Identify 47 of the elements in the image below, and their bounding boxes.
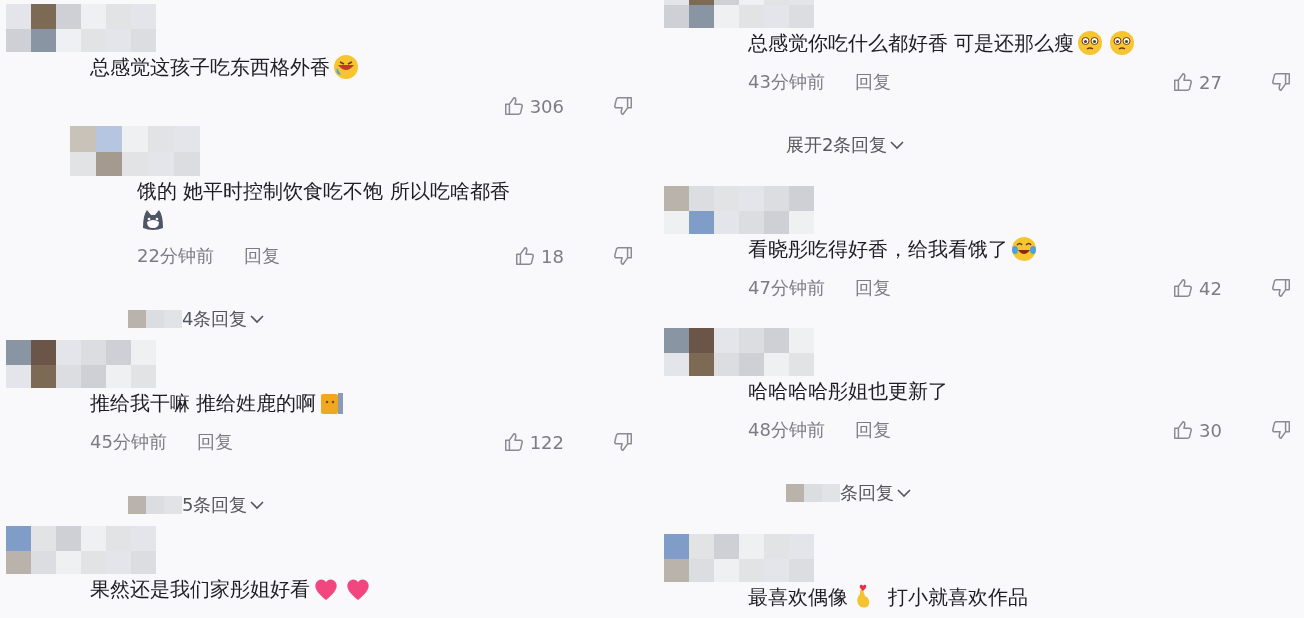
comment-text: 哈哈哈哈彤姐也更新了	[748, 378, 948, 405]
comment-text: 总感觉你吃什么都好香 可是还那么瘦	[748, 30, 1075, 57]
comment-time: 47分钟前	[748, 276, 825, 300]
thumbs-up-icon[interactable]	[1172, 277, 1195, 299]
reply-link[interactable]: 回复	[854, 418, 891, 442]
thumbs-up-icon[interactable]	[1172, 71, 1195, 93]
pleading-emoji-icon	[1077, 30, 1104, 56]
like-count: 42	[1199, 277, 1222, 299]
like-count: 30	[1199, 419, 1222, 441]
thumbs-down-icon[interactable]	[612, 245, 634, 267]
heart-emoji-icon	[313, 576, 339, 602]
like-count: 122	[529, 431, 564, 453]
thumbs-up-icon[interactable]	[502, 95, 525, 117]
comment-text: 总感觉这孩子吃东西格外香	[90, 54, 330, 81]
thumbs-up-icon[interactable]	[502, 431, 525, 453]
like-count: 27	[1199, 71, 1222, 93]
comment-time: 45分钟前	[90, 430, 167, 454]
reply-link[interactable]: 回复	[243, 244, 280, 268]
pleading-emoji-icon	[1109, 30, 1136, 56]
reply-link[interactable]: 回复	[196, 430, 233, 454]
reply-link[interactable]: 回复	[854, 70, 891, 94]
crying-laugh-emoji-icon	[1011, 236, 1037, 262]
reply-link[interactable]: 回复	[854, 276, 891, 300]
thumbs-down-icon[interactable]	[612, 431, 634, 453]
laughing-emoji-icon	[333, 54, 359, 80]
comment-time: 22分钟前	[137, 244, 214, 268]
comment-text: 饿的 她平时控制饮食吃不饱 所以吃啥都香	[137, 178, 510, 205]
comment-text: 打小就喜欢作品	[888, 584, 1028, 611]
comment-text: 果然还是我们家彤姐好看	[90, 576, 310, 603]
expand-replies-link[interactable]: 4条回复	[182, 307, 248, 331]
comment-text: 推给我干嘛 推给姓鹿的啊	[90, 390, 317, 417]
thumbs-up-icon[interactable]	[514, 245, 537, 267]
thumbs-down-icon[interactable]	[612, 95, 634, 117]
thumbs-down-icon[interactable]	[1270, 71, 1292, 93]
thumbs-down-icon[interactable]	[1270, 277, 1292, 299]
like-count: 306	[529, 95, 564, 117]
comment-text: 最喜欢偶像	[748, 584, 848, 611]
comment-text: 看晓彤吃得好香，给我看饿了	[748, 236, 1008, 263]
comment-time: 48分钟前	[748, 418, 825, 442]
expand-replies-link[interactable]: 5条回复	[182, 493, 248, 517]
expand-replies-link[interactable]: 展开2条回复	[786, 133, 888, 157]
thumbs-up-icon[interactable]	[1172, 419, 1195, 441]
expand-replies-link[interactable]: 条回复	[840, 481, 894, 505]
comment-time: 43分钟前	[748, 70, 825, 94]
thumbs-down-icon[interactable]	[1270, 419, 1292, 441]
heart-emoji-icon	[345, 576, 371, 602]
like-count: 18	[541, 245, 564, 267]
